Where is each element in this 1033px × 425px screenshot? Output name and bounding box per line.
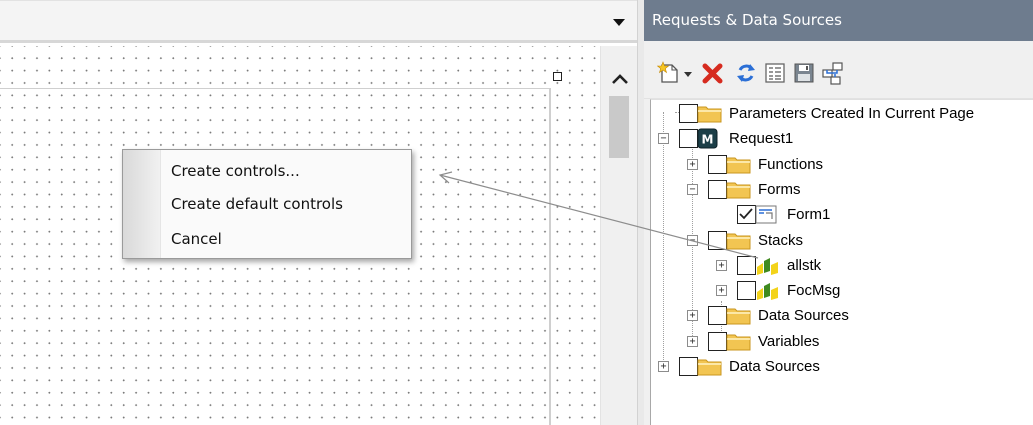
tree-node[interactable]: − M Request1 (651, 126, 1033, 151)
vertical-scrollbar[interactable] (600, 46, 637, 425)
chevron-down-icon (613, 19, 625, 26)
tree-node[interactable]: − Stacks (651, 228, 1033, 253)
properties-icon (765, 63, 785, 83)
tree-node-checkbox[interactable] (708, 179, 727, 199)
hierarchy-button[interactable] (821, 61, 845, 85)
checkmark-icon (739, 208, 753, 220)
collapse-icon[interactable]: − (687, 234, 698, 246)
tree-node-label: Request1 (729, 130, 794, 148)
properties-button[interactable] (763, 61, 787, 85)
collapse-icon[interactable]: − (687, 183, 698, 195)
page-resize-handle[interactable] (553, 72, 562, 81)
menu-item-cancel[interactable]: Cancel (162, 226, 410, 252)
tree-node-checkbox[interactable] (708, 331, 727, 351)
tree-node[interactable]: + Variables (651, 329, 1033, 354)
document-dropdown-button[interactable] (608, 11, 630, 33)
master-file-icon: M (697, 128, 723, 149)
expand-icon[interactable]: + (716, 259, 727, 271)
data-sources-tree: Parameters Created In Current Page − M Requ… (650, 99, 1033, 425)
tree-node-checkbox[interactable] (679, 129, 698, 149)
tree-node-label: Forms (758, 180, 801, 198)
requests-data-sources-panel: Requests & Data Sources Parameters Creat… (644, 0, 1033, 425)
tree-node-checkbox[interactable] (708, 154, 727, 174)
tree-node-label: Parameters Created In Current Page (729, 105, 975, 122)
tree-node-label: Stacks (758, 231, 804, 249)
page-boundary-right (549, 88, 551, 425)
new-item-button[interactable] (657, 61, 681, 85)
expand-icon[interactable]: + (687, 158, 698, 170)
delete-icon (702, 63, 723, 84)
tree-node-checkbox[interactable] (679, 104, 698, 123)
expand-icon[interactable]: + (687, 310, 698, 322)
tree-node[interactable]: + allstk (651, 253, 1033, 278)
tree-node-label: Data Sources (729, 358, 820, 375)
folder-icon (726, 230, 752, 251)
tree-node-label: allstk (787, 256, 822, 274)
stack-icon (755, 255, 781, 276)
delete-button[interactable] (701, 61, 725, 85)
tree-node[interactable]: Parameters Created In Current Page (651, 101, 1033, 126)
panel-toolbar (644, 41, 1033, 99)
expand-icon[interactable]: + (658, 361, 669, 372)
folder-icon (726, 154, 752, 175)
refresh-button[interactable] (734, 61, 758, 85)
tree-node-checkbox[interactable] (708, 306, 727, 326)
scroll-up-button[interactable] (601, 64, 638, 94)
tree-node[interactable]: + FocMsg (651, 278, 1033, 303)
save-icon (794, 63, 814, 83)
chevron-up-icon (611, 74, 628, 84)
stack-icon (755, 280, 781, 301)
menu-item-create-controls[interactable]: Create controls... (162, 158, 410, 184)
tree-node-label: Form1 (787, 206, 831, 224)
document-title-bar (0, 0, 637, 43)
folder-icon (697, 356, 723, 377)
tree-node-label: Variables (758, 332, 820, 350)
tree-node-label: Functions (758, 155, 824, 173)
tree-node-label: FocMsg (787, 282, 841, 300)
tree-node[interactable]: + Functions (651, 152, 1033, 177)
scrollbar-thumb[interactable] (609, 96, 629, 158)
tree-node-checkbox[interactable] (737, 205, 756, 225)
expand-icon[interactable]: + (716, 285, 727, 297)
menu-icon-gutter (123, 150, 161, 258)
form-icon (755, 204, 781, 225)
hierarchy-icon (822, 62, 843, 85)
tree-node[interactable]: − Forms (651, 177, 1033, 202)
save-button[interactable] (792, 61, 816, 85)
refresh-icon (737, 64, 755, 82)
tree-node-checkbox[interactable] (737, 281, 756, 301)
tree-node-label: Data Sources (758, 307, 849, 325)
expand-icon[interactable]: + (687, 335, 698, 347)
new-item-icon (657, 61, 678, 83)
menu-item-create-default-controls[interactable]: Create default controls (162, 191, 410, 217)
tree-node[interactable]: + Data Sources (651, 354, 1033, 379)
page-boundary-top (0, 88, 550, 89)
tree-node-checkbox[interactable] (737, 255, 756, 275)
folder-icon (726, 305, 752, 326)
panel-splitter[interactable] (637, 0, 644, 425)
tree-node-checkbox[interactable] (679, 357, 698, 376)
new-item-dropdown-button[interactable] (681, 61, 695, 85)
panel-title: Requests & Data Sources (644, 0, 1033, 41)
context-menu: Create controls... Create default contro… (122, 149, 412, 259)
dropdown-arrow-icon (684, 72, 692, 77)
tree-node[interactable]: + Data Sources (651, 303, 1033, 328)
tree-node-checkbox[interactable] (708, 230, 727, 250)
folder-icon (726, 179, 752, 200)
folder-icon (697, 103, 723, 124)
folder-icon (726, 331, 752, 352)
collapse-icon[interactable]: − (658, 133, 669, 145)
tree-node[interactable]: Form1 (651, 202, 1033, 227)
svg-text:M: M (702, 133, 714, 147)
